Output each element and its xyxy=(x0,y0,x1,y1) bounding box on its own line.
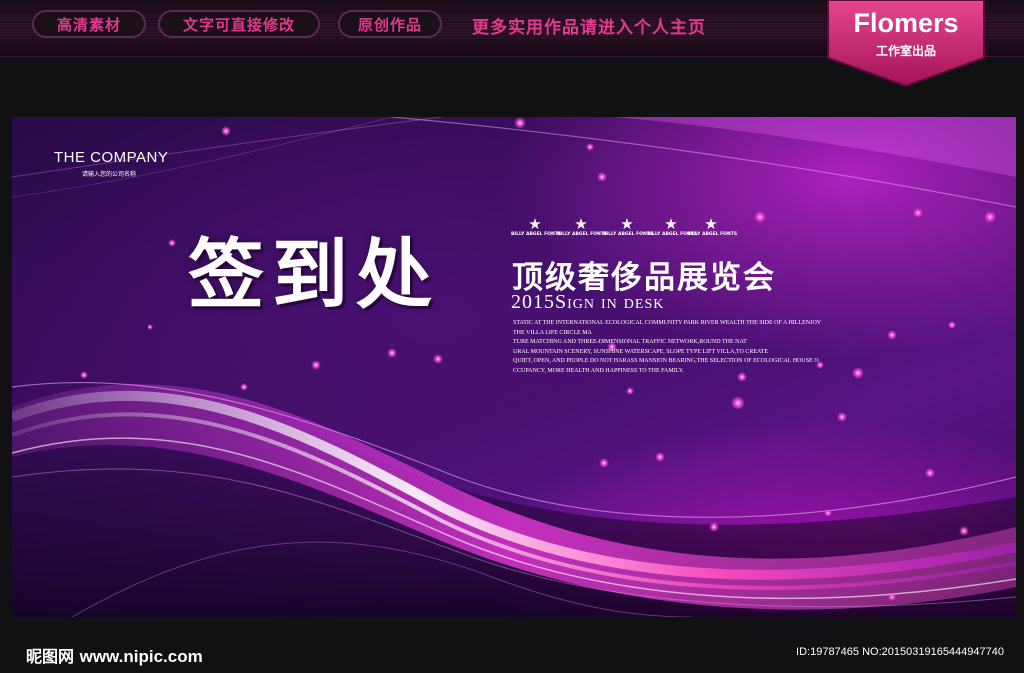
company-subtitle: 请输入您的公司名称 xyxy=(82,171,137,178)
star-label: BILLY ABGEL FONTS xyxy=(687,232,738,237)
pill-original-work[interactable]: 原创作品 xyxy=(338,10,442,38)
star-badge: ★ BILLY ABGEL FONTS xyxy=(687,215,738,238)
star-badge: ★ BILLY ABGEL FONTS xyxy=(511,215,562,238)
description-line: THE VILLA LIFE CIRCLE MA xyxy=(513,329,592,336)
sign-in-banner: THE COMPANY 请输入您的公司名称 ★ BILLY ABGEL FONT… xyxy=(12,117,1016,617)
image-id: ID:19787465 NO:20150319165444947740 xyxy=(796,646,1004,658)
main-title: 签到处 xyxy=(188,230,440,319)
description-line: CCUPANCY, MORE HEALTH AND HAPPINESS TO T… xyxy=(513,367,684,374)
star-icon: ★ xyxy=(574,215,588,233)
company-name: THE COMPANY xyxy=(54,149,169,166)
badge-name: Flomers xyxy=(853,8,959,38)
star-row: ★ BILLY ABGEL FONTS ★ BILLY ABGEL FONTS … xyxy=(511,215,737,245)
star-icon: ★ xyxy=(528,215,542,233)
star-badge: ★ BILLY ABGEL FONTS xyxy=(603,215,654,238)
nipic-watermark: 昵图网 www.nipic.com xyxy=(26,643,203,667)
star-label: BILLY ABGEL FONTS xyxy=(511,232,562,237)
star-icon: ★ xyxy=(620,215,634,233)
studio-badge: Flomers 工作室出品 xyxy=(826,0,986,88)
pill-hd-material[interactable]: 高清素材 xyxy=(32,10,146,38)
pill-editable-text[interactable]: 文字可直接修改 xyxy=(158,10,320,38)
star-icon: ★ xyxy=(704,215,718,233)
star-label: BILLY ABGEL FONTS xyxy=(557,232,608,237)
description-line: TURE MATCHING AND THREE-DIMENSIONAL TRAF… xyxy=(513,339,747,345)
more-works-link[interactable]: 更多实用作品请进入个人主页 xyxy=(472,13,706,38)
star-label: BILLY ABGEL FONTS xyxy=(603,232,654,237)
star-badge: ★ BILLY ABGEL FONTS xyxy=(557,215,608,238)
nipic-logo: 昵图网 xyxy=(26,647,75,666)
badge-subtitle: 工作室出品 xyxy=(875,44,936,58)
description-text: STATIC AT THE INTERNATIONAL ECOLOGICAL C… xyxy=(513,319,823,376)
nipic-site: www.nipic.com xyxy=(79,647,203,666)
description-line: QUIET, OPEN, AND PEOPLE DO NOT HARASS MA… xyxy=(513,358,819,364)
sign-in-desk-label: 2015Sign in desk xyxy=(511,291,665,313)
description-line: STATIC AT THE INTERNATIONAL ECOLOGICAL C… xyxy=(513,320,822,326)
description-line: URAL MOUNTAIN SCENERY, SUNSHINE WATERSCA… xyxy=(513,348,768,355)
